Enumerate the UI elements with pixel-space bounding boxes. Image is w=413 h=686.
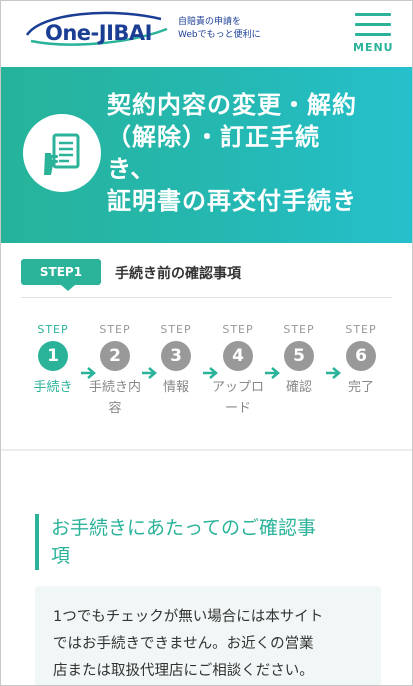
step-name: 情報 [141,377,211,398]
step-name-line: 手続き [33,380,73,395]
step-label: STEP [99,323,131,336]
step-name-line: 手続き内 [88,380,141,395]
hamburger-icon [355,33,391,36]
section-divider [1,449,412,451]
step-number: 6 [346,341,376,371]
page-title-line: 証明書の再交付手続き [107,187,357,215]
hamburger-icon [355,23,391,26]
step-name-line: 完了 [347,380,374,395]
step-item-2: STEP 2 手続き内 容 [80,323,150,419]
section-title: お手続きにあたってのご確認事 項 [51,514,385,570]
page-title-line: き、 [107,155,156,183]
step-label: STEP [283,323,315,336]
step-name-line: アップロ [211,380,264,395]
step-name: 手続き内 容 [80,377,150,419]
tagline-line: 自賠責の申請を [178,17,242,27]
step-badge-tail [61,285,75,291]
hero-banner: 契約内容の変更・解約 （解除）・訂正手続 き、 証明書の再交付手続き [1,67,412,243]
divider [21,297,392,298]
step-label: STEP [37,323,69,336]
document-with-hand-icon [23,114,101,192]
section-title-line: 項 [51,545,71,567]
logo[interactable]: One-JIBAI [21,9,171,46]
step-name-line: 情報 [162,380,189,395]
hamburger-icon [355,13,391,16]
notice-box: 1つでもチェックが無い場合には本サイト ではお手続きできません。お近くの営業 店… [35,586,381,685]
notice-text: 1つでもチェックが無い場合には本サイト ではお手続きできません。お近くの営業 店… [53,604,363,685]
menu-button[interactable]: MENU [353,13,393,55]
step-number: 4 [223,341,253,371]
step-name: アップロ ード [203,377,273,419]
step-item-6: STEP 6 完了 [326,323,396,398]
step-name-line: 容 [108,401,122,416]
page-title: 契約内容の変更・解約 （解除）・訂正手続 き、 証明書の再交付手続き [107,89,407,217]
tagline: 自賠責の申請を Webでもっと便利に [178,16,261,42]
step-number: 5 [284,341,314,371]
section-heading: お手続きにあたってのご確認事 項 [35,514,385,570]
tagline-line: Webでもっと便利に [178,30,261,40]
notice-line: ではお手続きできません。お近くの営業 [53,636,314,652]
step-number: 1 [38,341,68,371]
step-item-5: STEP 5 確認 [264,323,334,398]
step-badge: STEP1 [21,259,101,285]
menu-label: MENU [353,41,394,54]
notice-line: 店または取扱代理店にご相談ください。 [53,663,314,679]
step-item-4: STEP 4 アップロ ード [203,323,273,419]
step-item-1: STEP 1 手続き [18,323,88,398]
step-name: 完了 [326,377,396,398]
step-name: 確認 [264,377,334,398]
section-title-line: お手続きにあたってのご確認事 [51,517,317,539]
step-name: 手続き [18,377,88,398]
logo-text: One-JIBAI [45,21,152,45]
step-name-line: 確認 [285,380,312,395]
step-item-3: STEP 3 情報 [141,323,211,398]
step-progress: STEP 1 手続き STEP 2 手続き内 容 STEP 3 情報 STEP … [1,323,412,443]
page-frame: One-JIBAI 自賠責の申請を Webでもっと便利に MENU 契約内容の変… [0,0,413,686]
step-title: 手続き前の確認事項 [115,266,241,282]
step-name-line: ード [224,401,251,416]
step-label: STEP [160,323,192,336]
notice-line: 1つでもチェックが無い場合には本サイト [53,609,324,625]
page-title-line: （解除）・訂正手続 [107,123,320,151]
step-number: 2 [100,341,130,371]
page-title-line: 契約内容の変更・解約 [107,91,357,119]
step-number: 3 [161,341,191,371]
step-label: STEP [345,323,377,336]
site-header: One-JIBAI 自賠責の申請を Webでもっと便利に MENU [1,1,412,67]
step-label: STEP [222,323,254,336]
